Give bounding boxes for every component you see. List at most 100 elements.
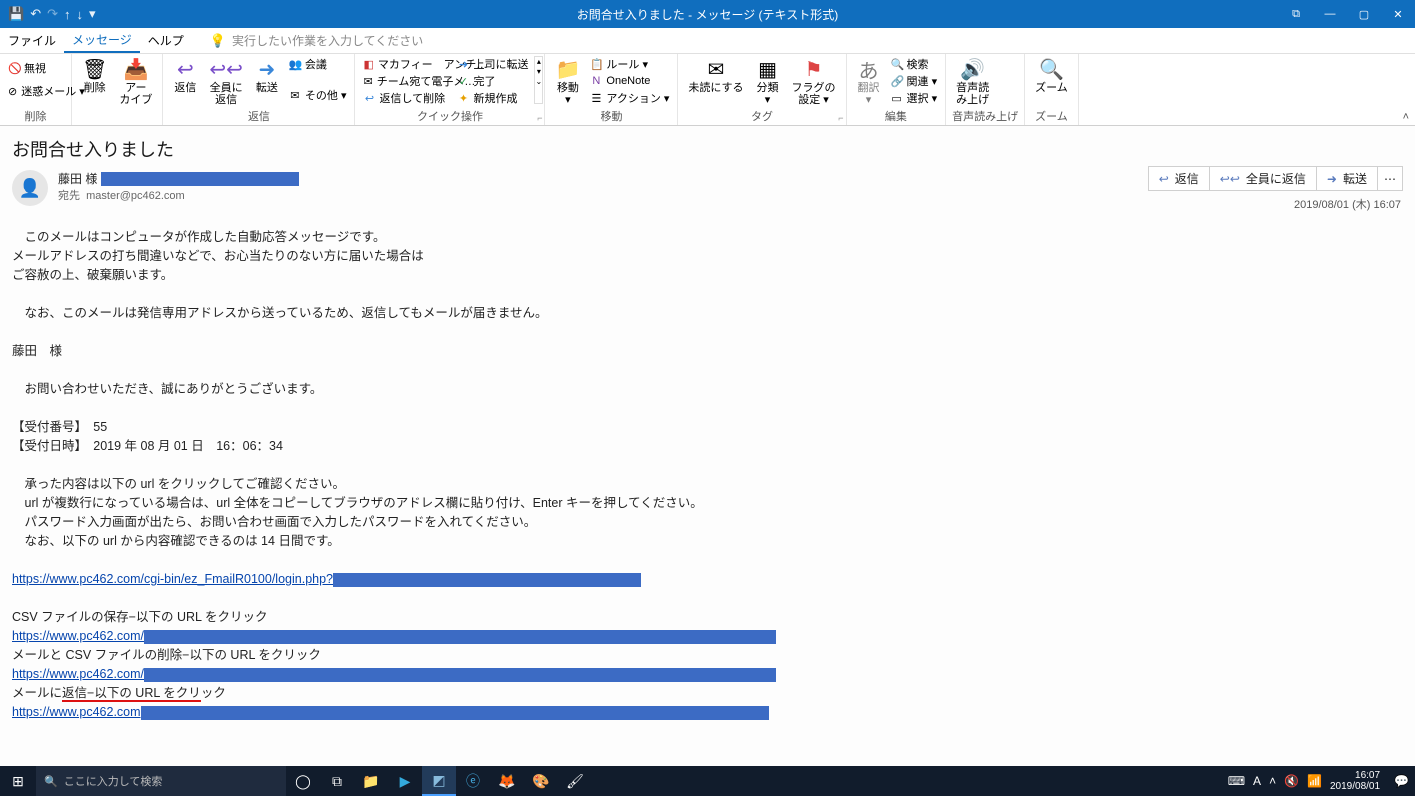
from-redacted <box>101 172 299 186</box>
group-speech-label: 音声読み上げ <box>952 109 1018 125</box>
outlook-icon[interactable]: ◩ <box>422 766 456 796</box>
bulb-icon: 💡 <box>210 33 226 49</box>
taskbar-clock[interactable]: 16:07 2019/08/01 <box>1330 770 1380 792</box>
unread-button[interactable]: ✉未読にする <box>684 56 747 96</box>
taskbar-search[interactable]: 🔍 ここに入力して検索 <box>36 766 286 796</box>
quick-b[interactable]: ✉チーム宛て電子メ… <box>361 73 451 89</box>
title-bar: 💾 ↶ ↷ ↑ ↓ ▾ お問合せ入りました - メッセージ (テキスト形式) ⧉… <box>0 0 1415 28</box>
qa-up-icon[interactable]: ↑ <box>64 7 71 22</box>
ie-icon[interactable]: ⓔ <box>456 766 490 796</box>
categorize-button[interactable]: ▦分類 ▾ <box>752 56 784 108</box>
quick-d[interactable]: ➜上司に転送 <box>455 56 530 72</box>
app-icon-2[interactable]: 🖌 <box>558 766 592 796</box>
from-name: 藤田 様 <box>58 170 97 187</box>
reply-button[interactable]: ↩返信 <box>169 56 201 96</box>
tell-me-label: 実行したい作業を入力してください <box>232 32 423 49</box>
menu-bar: ファイル メッセージ ヘルプ 💡 実行したい作業を入力してください <box>0 28 1415 54</box>
junk-button[interactable]: ⊘迷惑メール ▾ <box>6 83 65 99</box>
reply-line: メールに返信−以下の URL をクリック <box>12 686 226 702</box>
header-forward-button[interactable]: ➜転送 <box>1317 166 1378 191</box>
media-icon[interactable]: ▶ <box>388 766 422 796</box>
window-restore-icon[interactable]: ⧉ <box>1279 0 1313 28</box>
qa-down-icon[interactable]: ↓ <box>77 7 84 22</box>
taskbar: ⊞ 🔍 ここに入力して検索 ◯ ⧉ 📁 ▶ ◩ ⓔ 🦊 🎨 🖌 ⌨ A ˄ 🔇 … <box>0 766 1415 796</box>
tab-message[interactable]: メッセージ <box>64 28 140 53</box>
quick-c[interactable]: ↩返信して削除 <box>361 90 451 106</box>
app-icon-1[interactable]: 🎨 <box>524 766 558 796</box>
header-reply-button[interactable]: ↩返信 <box>1148 166 1210 191</box>
explorer-icon[interactable]: 📁 <box>354 766 388 796</box>
qa-more-icon[interactable]: ▾ <box>89 6 96 22</box>
quick-e[interactable]: ✓完了 <box>455 73 530 89</box>
group-zoom-label: ズーム <box>1031 109 1072 125</box>
link-3[interactable]: https://www.pc462.com/ <box>12 667 144 681</box>
reply-all-button[interactable]: ↩↩全員に 返信 <box>205 56 247 108</box>
select-button[interactable]: ▭選択 ▾ <box>889 90 940 106</box>
window-title: お問合せ入りました - メッセージ (テキスト形式) <box>577 6 838 23</box>
quick-down-icon[interactable]: ▾ <box>535 67 542 76</box>
window-maximize-icon[interactable]: ▢ <box>1347 0 1381 28</box>
rules-button[interactable]: 📋ルール ▾ <box>588 56 671 72</box>
ribbon-collapse-icon[interactable]: ˄ <box>1403 111 1409 123</box>
window-minimize-icon[interactable]: — <box>1313 0 1347 28</box>
delete-button[interactable]: 🗑削除 <box>78 56 111 96</box>
move-button[interactable]: 📁移動 ▾ <box>551 56 584 108</box>
tell-me[interactable]: 💡 実行したい作業を入力してください <box>210 32 423 49</box>
quick-up-icon[interactable]: ▴ <box>535 57 542 66</box>
avatar: 👤 <box>12 170 48 206</box>
tray-volume-icon[interactable]: 🔇 <box>1284 774 1299 788</box>
tray-keyboard-icon[interactable]: ⌨ <box>1228 774 1245 788</box>
group-tags-label: タグ <box>684 109 839 125</box>
tray-ime-icon[interactable]: A <box>1253 774 1261 788</box>
ignore-button[interactable]: 🚫無視 <box>6 60 65 76</box>
quick-expand-icon[interactable]: ⌄ <box>535 77 542 86</box>
task-view-icon[interactable]: ⧉ <box>320 766 354 796</box>
onenote-button[interactable]: NOneNote <box>588 73 671 89</box>
cortana-icon[interactable]: ◯ <box>286 766 320 796</box>
find-button[interactable]: 🔍検索 <box>889 56 940 72</box>
qa-save-icon[interactable]: 💾 <box>8 6 24 22</box>
window-close-icon[interactable]: ✕ <box>1381 0 1415 28</box>
forward-button[interactable]: ➜転送 <box>251 56 283 96</box>
search-icon: 🔍 <box>44 775 58 788</box>
actions-button[interactable]: ☰アクション ▾ <box>588 90 671 106</box>
link-2[interactable]: https://www.pc462.com/ <box>12 629 144 643</box>
translate-button[interactable]: あ翻訳 ▾ <box>853 56 885 108</box>
tab-help[interactable]: ヘルプ <box>140 28 192 53</box>
group-speech: 🔊音声読 み上げ 音声読み上げ <box>946 54 1025 125</box>
group-quick: ◧マカフィー アンチ… ✉チーム宛て電子メ… ↩返信して削除 ➜上司に転送 ✓完… <box>355 54 545 125</box>
speech-button[interactable]: 🔊音声読 み上げ <box>952 56 993 108</box>
group-junk: 🚫無視 ⊘迷惑メール ▾ 削除 <box>0 54 72 125</box>
quick-dialog-icon[interactable]: ⌐ <box>537 113 542 123</box>
tray-notifications-icon[interactable]: 💬 <box>1394 774 1409 788</box>
flag-button[interactable]: ⚑フラグの 設定 ▾ <box>788 56 840 108</box>
link-4[interactable]: https://www.pc462.com <box>12 705 141 719</box>
group-move: 📁移動 ▾ 📋ルール ▾ NOneNote ☰アクション ▾ 移動 <box>545 54 678 125</box>
group-respond-label: 返信 <box>169 109 348 125</box>
message-body[interactable]: このメールはコンピュータが作成した自動応答メッセージです。 メールアドレスの打ち… <box>12 228 1403 722</box>
message-body-area: お問合せ入りました 👤 藤田 様 宛先 master@pc462.com ↩返信… <box>0 126 1415 766</box>
message-timestamp: 2019/08/01 (木) 16:07 <box>1294 196 1401 212</box>
quick-a[interactable]: ◧マカフィー アンチ… <box>361 56 451 72</box>
quick-f[interactable]: ✦新規作成 <box>455 90 530 106</box>
group-edit-label: 編集 <box>853 109 940 125</box>
tab-file[interactable]: ファイル <box>0 28 64 53</box>
archive-button[interactable]: 📥アー カイブ <box>115 56 156 108</box>
more-respond-button[interactable]: ✉その他 ▾ <box>287 87 349 103</box>
group-delete: 🗑削除 📥アー カイブ <box>72 54 163 125</box>
qa-redo-icon[interactable]: ↷ <box>47 6 58 22</box>
tray-up-icon[interactable]: ˄ <box>1269 774 1276 788</box>
group-edit: あ翻訳 ▾ 🔍検索 🔗関連 ▾ ▭選択 ▾ 編集 <box>847 54 947 125</box>
group-respond: ↩返信 ↩↩全員に 返信 ➜転送 👥会議 ✉その他 ▾ 返信 <box>163 54 355 125</box>
link-1[interactable]: https://www.pc462.com/cgi-bin/ez_FmailR0… <box>12 572 333 586</box>
qa-undo-icon[interactable]: ↶ <box>30 6 41 22</box>
firefox-icon[interactable]: 🦊 <box>490 766 524 796</box>
tags-dialog-icon[interactable]: ⌐ <box>838 113 843 123</box>
meeting-button[interactable]: 👥会議 <box>287 56 349 72</box>
header-reply-all-button[interactable]: ↩↩全員に返信 <box>1210 166 1317 191</box>
tray-wifi-icon[interactable]: 📶 <box>1307 774 1322 788</box>
header-more-button[interactable]: ⋯ <box>1378 166 1403 191</box>
zoom-button[interactable]: 🔍ズーム <box>1031 56 1072 96</box>
start-button[interactable]: ⊞ <box>0 766 36 796</box>
related-button[interactable]: 🔗関連 ▾ <box>889 73 940 89</box>
